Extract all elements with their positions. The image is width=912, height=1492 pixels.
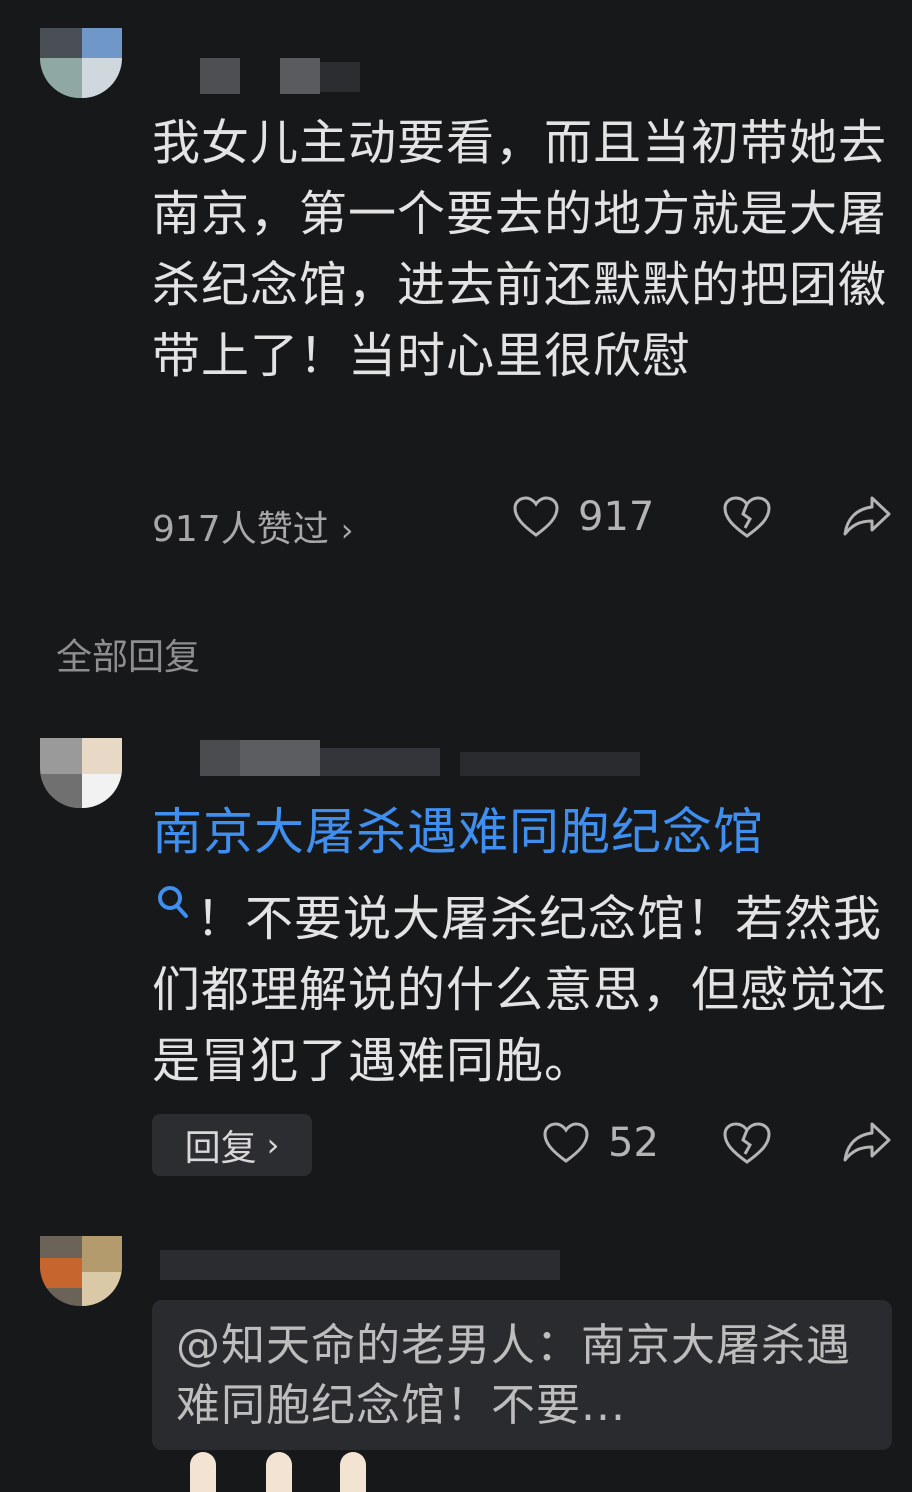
emoji-fragment	[266, 1452, 292, 1492]
username-blurred[interactable]	[160, 1250, 560, 1280]
emoji-fragment	[190, 1452, 216, 1492]
chevron-right-icon: ›	[340, 511, 354, 549]
like-count: 52	[608, 1120, 659, 1166]
like-button[interactable]: 917	[512, 494, 654, 540]
timestamp-blurred	[460, 752, 640, 776]
avatar[interactable]	[40, 738, 122, 808]
heart-outline-icon	[543, 1122, 589, 1163]
likes-summary-label: 917人赞过	[152, 509, 329, 550]
reply-text: ！不要说大屠杀纪念馆！若然我们都理解说的什么意思，但感觉还是冒犯了遇难同胞。	[152, 884, 892, 1097]
share-arrow-icon	[843, 1122, 891, 1162]
linked-keyword[interactable]: 南京大屠杀遇难同胞纪念馆	[152, 796, 764, 868]
emoji-fragment	[340, 1452, 366, 1492]
username-blurred	[240, 740, 320, 776]
heart-outline-icon	[513, 496, 559, 537]
section-title: 全部回复	[56, 637, 201, 678]
username-blurred	[280, 58, 320, 94]
username-blurred	[320, 748, 440, 776]
username-blurred	[320, 62, 360, 92]
comment-text: 我女儿主动要看，而且当初带她去南京，第一个要去的地方就是大屠杀纪念馆，进去前还默…	[152, 115, 888, 384]
likes-summary-link[interactable]: 917人赞过 ›	[152, 500, 354, 552]
avatar[interactable]	[40, 28, 122, 98]
share-arrow-icon	[843, 496, 891, 536]
dislike-button[interactable]	[722, 494, 772, 540]
like-count: 917	[578, 494, 655, 540]
reply-text-body: ！不要说大屠杀纪念馆！若然我们都理解说的什么意思，但感觉还是冒犯了遇难同胞。	[152, 891, 888, 1089]
dislike-button[interactable]	[722, 1120, 772, 1166]
like-button[interactable]: 52	[542, 1120, 659, 1166]
broken-heart-icon	[723, 496, 771, 538]
username-blurred[interactable]	[200, 58, 240, 94]
quoted-reply[interactable]: @知天命的老男人：南京大屠杀遇难同胞纪念馆！不要...	[152, 1300, 892, 1450]
avatar[interactable]	[40, 1236, 122, 1306]
broken-heart-icon	[723, 1122, 771, 1164]
comment-actions: 917人赞过 › 917	[152, 490, 892, 550]
username-blurred[interactable]	[200, 740, 240, 776]
share-button[interactable]	[842, 1120, 892, 1164]
reply-actions: 52	[152, 1116, 892, 1176]
share-button[interactable]	[842, 494, 892, 538]
